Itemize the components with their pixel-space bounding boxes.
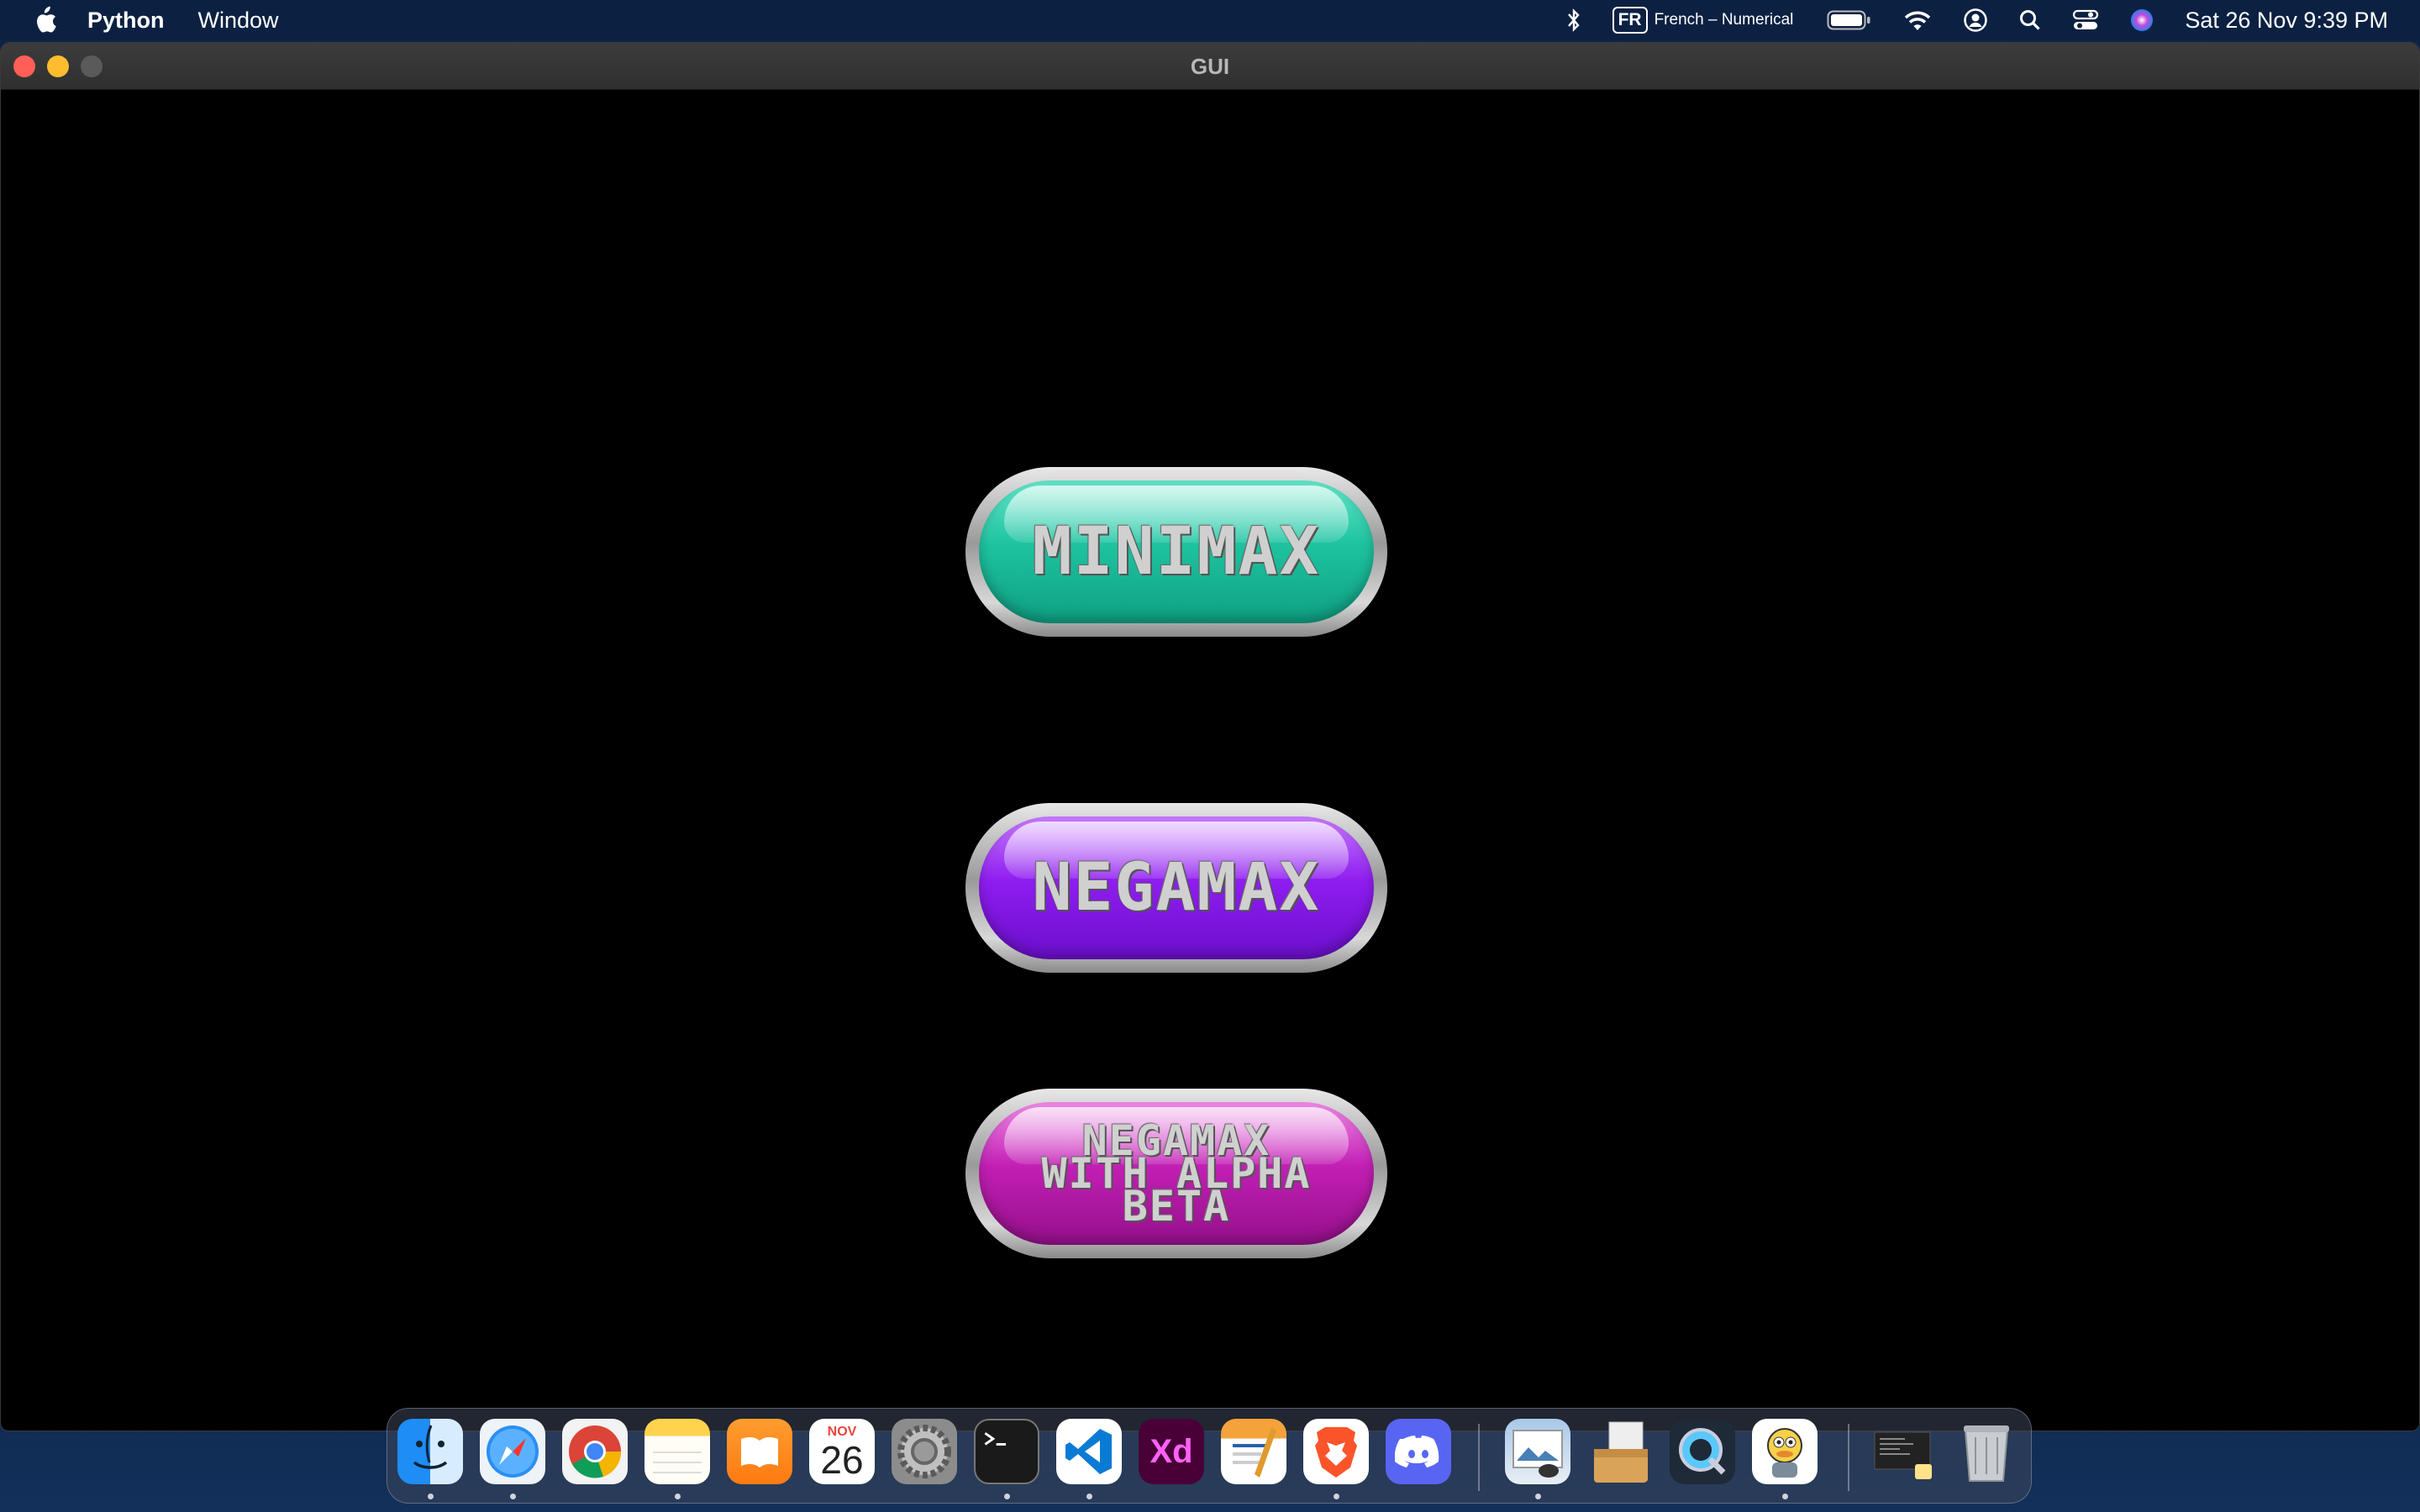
- vscode-icon[interactable]: [1056, 1419, 1122, 1484]
- wifi-icon[interactable]: [1902, 0, 1933, 40]
- negamax-button[interactable]: NEGAMAX: [965, 803, 1387, 973]
- minimax-button-face: MINIMAX: [979, 480, 1374, 623]
- pages-icon[interactable]: [1221, 1419, 1286, 1484]
- app-window: GUI MINIMAX NEGAMAX NEGAMAX WITH ALPHA B…: [0, 42, 2420, 1431]
- negamax-alpha-beta-button[interactable]: NEGAMAX WITH ALPHA BETA: [965, 1089, 1387, 1258]
- recent-document-icon[interactable]: [1871, 1419, 1937, 1484]
- apple-icon[interactable]: [32, 6, 57, 34]
- brave-icon[interactable]: [1303, 1419, 1369, 1484]
- window-title: GUI: [1190, 54, 1230, 79]
- menu-clock[interactable]: Sat 26 Nov 9:39 PM: [2185, 8, 2388, 34]
- notes-icon[interactable]: [644, 1419, 710, 1484]
- cyberduck-icon[interactable]: [1752, 1419, 1818, 1484]
- control-center-icon[interactable]: [2072, 0, 2099, 40]
- chrome-icon[interactable]: [562, 1419, 628, 1484]
- menu-app-name[interactable]: Python: [87, 8, 165, 34]
- safari-icon[interactable]: [480, 1419, 545, 1484]
- menu-bar: Python Window FR French – Numerical Sat …: [0, 0, 2420, 40]
- negamax-alpha-beta-button-face: NEGAMAX WITH ALPHA BETA: [979, 1102, 1374, 1245]
- calendar-icon[interactable]: NOV 26: [809, 1419, 875, 1484]
- window-titlebar[interactable]: GUI: [1, 43, 2419, 90]
- minimax-button[interactable]: MINIMAX: [965, 467, 1387, 637]
- bluetooth-icon[interactable]: [1565, 0, 1582, 40]
- user-icon[interactable]: [1963, 0, 1988, 40]
- adobe-xd-icon[interactable]: Xd: [1139, 1419, 1204, 1484]
- books-icon[interactable]: [727, 1419, 792, 1484]
- search-icon[interactable]: [2018, 0, 2042, 40]
- preview-icon[interactable]: [1505, 1419, 1570, 1484]
- dock: NOV 26 Xd: [387, 1408, 2032, 1504]
- trash-icon[interactable]: [1954, 1419, 2019, 1484]
- negamax-alpha-beta-button-label: NEGAMAX WITH ALPHA BETA: [1041, 1120, 1311, 1227]
- battery-icon[interactable]: [1827, 0, 1872, 40]
- menu-window[interactable]: Window: [198, 8, 279, 34]
- quicktime-icon[interactable]: [1670, 1419, 1735, 1484]
- system-preferences-icon[interactable]: [892, 1419, 957, 1484]
- files-icon[interactable]: [1587, 1419, 1653, 1484]
- calendar-day: 26: [820, 1438, 864, 1482]
- input-source-label[interactable]: French – Numerical: [1655, 11, 1794, 29]
- adobe-xd-label: Xd: [1150, 1432, 1193, 1470]
- negamax-button-face: NEGAMAX: [979, 816, 1374, 959]
- siri-icon[interactable]: [2129, 0, 2154, 40]
- negamax-button-label: NEGAMAX: [1032, 850, 1321, 926]
- minimax-button-label: MINIMAX: [1032, 514, 1321, 590]
- terminal-icon[interactable]: [974, 1419, 1039, 1484]
- finder-icon[interactable]: [397, 1419, 463, 1484]
- input-source-badge[interactable]: FR: [1612, 7, 1648, 34]
- discord-icon[interactable]: [1386, 1419, 1451, 1484]
